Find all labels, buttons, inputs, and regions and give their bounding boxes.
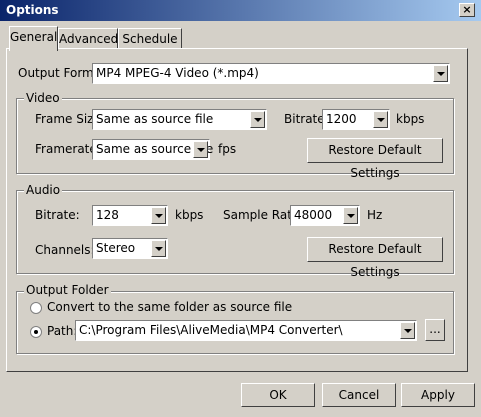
framerate-select[interactable]: Same as source file: [92, 139, 213, 160]
channels-value: Stereo: [96, 241, 136, 255]
path-radio[interactable]: [30, 326, 42, 338]
chevron-down-icon[interactable]: [433, 65, 448, 82]
path-value: C:\Program Files\AliveMedia\MP4 Converte…: [79, 323, 343, 337]
chevron-down-icon[interactable]: [250, 111, 265, 128]
chevron-down-icon[interactable]: [400, 322, 415, 339]
sample-rate-select[interactable]: 48000: [290, 205, 360, 226]
tab-schedule[interactable]: Schedule: [118, 28, 182, 49]
close-button[interactable]: ×: [459, 3, 475, 17]
output-folder-legend: Output Folder: [24, 283, 111, 297]
chevron-down-icon[interactable]: [151, 207, 166, 224]
chevron-down-icon[interactable]: [193, 141, 208, 158]
ok-button[interactable]: OK: [241, 383, 315, 407]
audio-bitrate-value: 128: [96, 208, 119, 222]
sample-rate-value: 48000: [294, 208, 333, 222]
radio-selected-dot: [34, 330, 38, 334]
audio-restore-defaults-button[interactable]: Restore Default Settings: [307, 237, 443, 279]
tab-advanced[interactable]: Advanced: [58, 28, 118, 49]
video-legend: Video: [24, 91, 62, 105]
title-bar: [0, 0, 481, 21]
tab-general[interactable]: General: [9, 26, 58, 51]
video-bitrate-value: 1200: [326, 112, 357, 126]
path-label: Path:: [47, 324, 78, 338]
output-format-value: MP4 MPEG-4 Video (*.mp4): [96, 66, 259, 80]
apply-button[interactable]: Apply: [401, 383, 475, 407]
sample-rate-unit: Hz: [367, 208, 383, 222]
video-bitrate-unit: kbps: [396, 112, 425, 126]
chevron-down-icon[interactable]: [343, 207, 358, 224]
video-restore-defaults-button[interactable]: Restore Default Settings: [307, 138, 443, 180]
audio-bitrate-unit: kbps: [175, 208, 204, 222]
same-folder-label[interactable]: Convert to the same folder as source fil…: [47, 300, 292, 314]
channels-select[interactable]: Stereo: [92, 238, 168, 259]
cancel-button[interactable]: Cancel: [322, 383, 396, 407]
path-select[interactable]: C:\Program Files\AliveMedia\MP4 Converte…: [75, 320, 417, 341]
chevron-down-icon[interactable]: [151, 240, 166, 257]
window-title: Options: [6, 3, 59, 17]
same-folder-radio[interactable]: [30, 302, 42, 314]
audio-bitrate-label: Bitrate:: [35, 208, 80, 222]
browse-button[interactable]: ...: [425, 319, 445, 341]
framerate-label: Framerate:: [35, 142, 101, 156]
frame-size-select[interactable]: Same as source file: [92, 109, 267, 130]
frame-size-value: Same as source file: [96, 112, 214, 126]
channels-label: Channels:: [35, 243, 95, 257]
output-format-select[interactable]: MP4 MPEG-4 Video (*.mp4): [92, 63, 450, 84]
chevron-down-icon[interactable]: [373, 111, 388, 128]
framerate-unit: fps: [218, 142, 237, 156]
audio-bitrate-select[interactable]: 128: [92, 205, 168, 226]
video-bitrate-select[interactable]: 1200: [322, 109, 390, 130]
audio-legend: Audio: [24, 183, 63, 197]
